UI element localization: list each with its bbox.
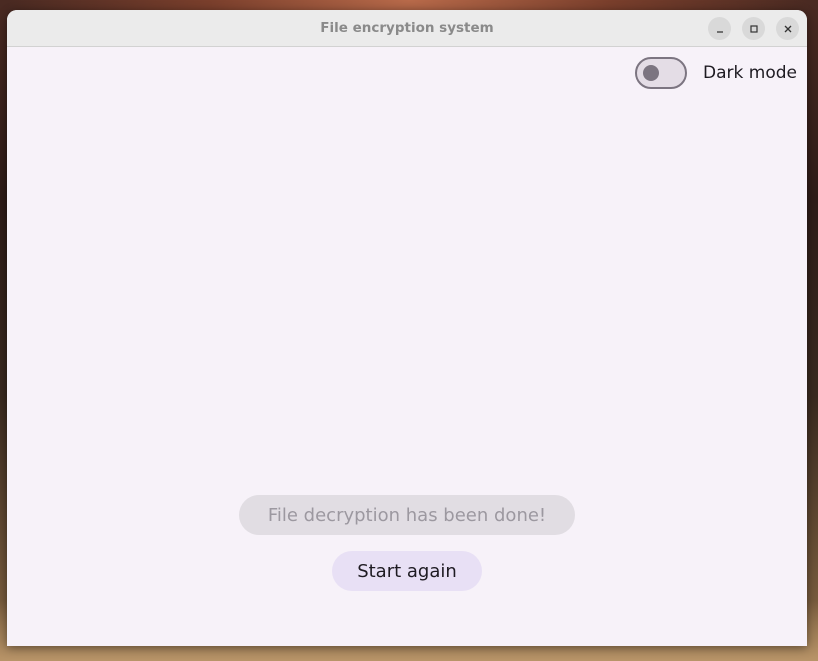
- maximize-icon: [749, 24, 758, 33]
- start-again-button[interactable]: Start again: [332, 551, 482, 591]
- status-message: File decryption has been done!: [239, 495, 575, 535]
- maximize-button[interactable]: [742, 17, 765, 40]
- minimize-icon: [716, 30, 723, 33]
- minimize-button[interactable]: [708, 17, 731, 40]
- window-controls: [708, 17, 799, 40]
- dark-mode-label: Dark mode: [703, 63, 797, 83]
- title-bar[interactable]: File encryption system: [7, 10, 807, 47]
- close-button[interactable]: [776, 17, 799, 40]
- dark-mode-control: Dark mode: [635, 57, 797, 89]
- main-content: Dark mode File decryption has been done!…: [7, 47, 807, 645]
- window-title: File encryption system: [320, 20, 494, 36]
- dark-mode-switch[interactable]: [635, 57, 688, 89]
- app-window: File encryption system Dark mode File de…: [7, 10, 807, 646]
- switch-thumb: [643, 65, 660, 81]
- close-icon: [784, 25, 791, 32]
